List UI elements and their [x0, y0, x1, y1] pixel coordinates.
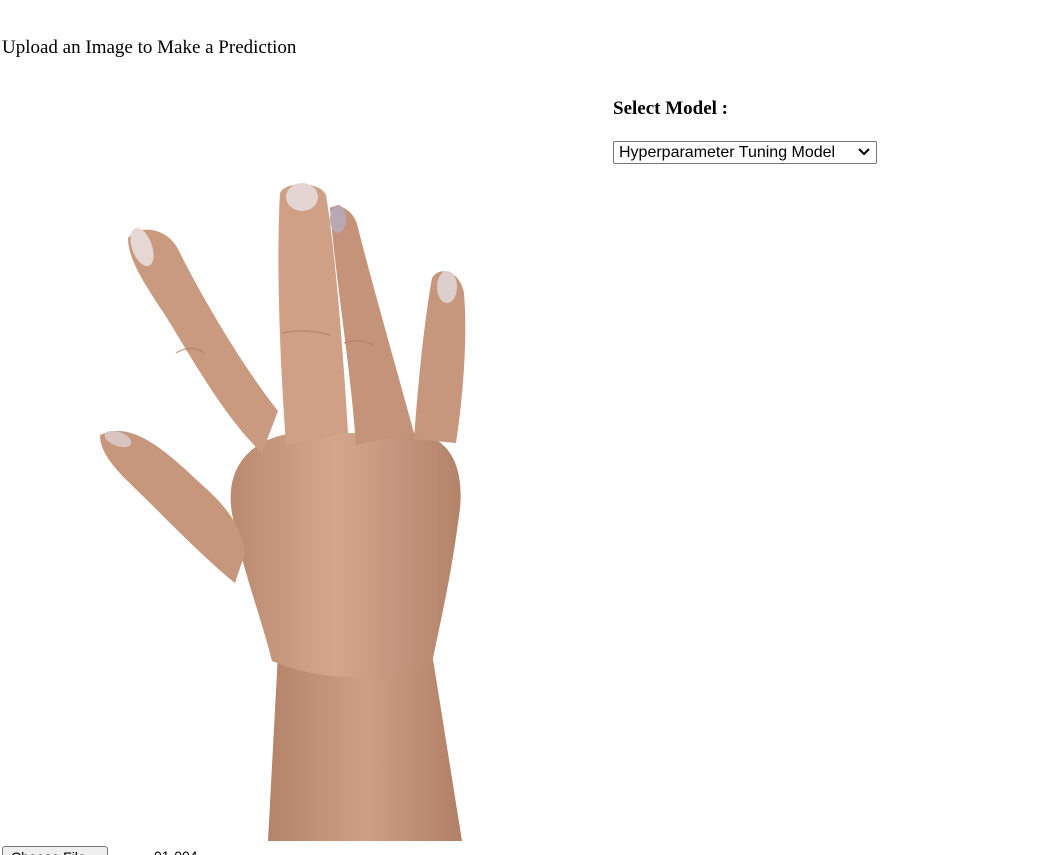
- model-dropdown-value: Hyperparameter Tuning Model: [619, 144, 836, 161]
- select-model-label: Select Model :: [613, 98, 729, 119]
- choose-file-button[interactable]: Choose File: [2, 846, 108, 855]
- page-heading: Upload an Image to Make a Prediction: [2, 37, 297, 58]
- file-upload: Choose File 01-004: [2, 846, 198, 855]
- uploaded-image-preview: [0, 183, 660, 841]
- selected-file-name: 01-004: [154, 846, 198, 855]
- chevron-down-icon: [858, 148, 870, 156]
- model-dropdown[interactable]: Hyperparameter Tuning Model: [613, 141, 877, 164]
- model-select-panel: Select Model : Hyperparameter Tuning Mod…: [613, 97, 877, 164]
- prediction-page: Upload an Image to Make a Prediction Sel…: [0, 0, 1047, 855]
